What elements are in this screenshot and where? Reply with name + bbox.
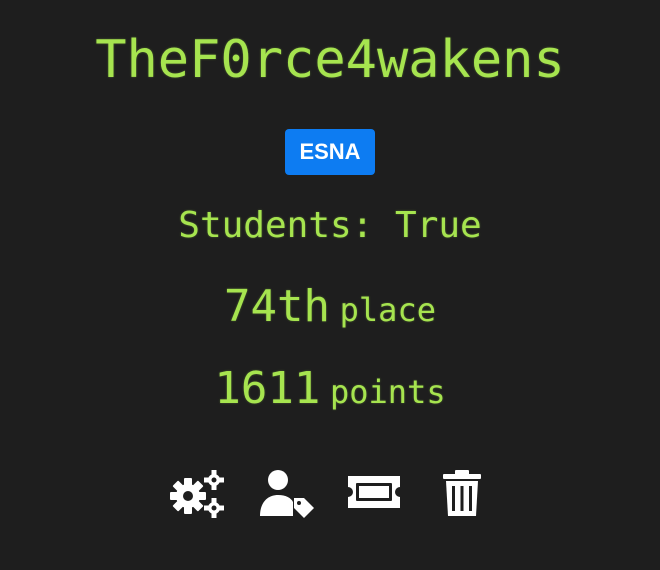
delete-button[interactable] — [431, 466, 493, 520]
ticket-button[interactable] — [343, 466, 405, 520]
place-number: 74th — [224, 281, 330, 332]
team-card: TheF0rce4wakens ESNA Students: True 74th… — [0, 0, 660, 570]
action-bar — [0, 466, 660, 520]
ticket-icon — [348, 476, 400, 508]
user-tag-icon — [260, 470, 314, 518]
points-label: points — [330, 373, 446, 411]
team-name: TheF0rce4wakens — [95, 30, 565, 90]
settings-button[interactable] — [167, 466, 229, 520]
points-line: 1611 points — [0, 364, 660, 423]
students-status: Students: True — [178, 205, 482, 246]
points-number: 1611 — [214, 363, 321, 414]
trash-icon — [443, 470, 481, 516]
badge-container: ESNA — [0, 129, 660, 175]
bracket-badge: ESNA — [285, 129, 375, 175]
place-line: 74th place — [0, 282, 660, 341]
user-tag-button[interactable] — [255, 466, 317, 520]
gears-icon — [170, 470, 224, 518]
place-label: place — [339, 291, 436, 329]
